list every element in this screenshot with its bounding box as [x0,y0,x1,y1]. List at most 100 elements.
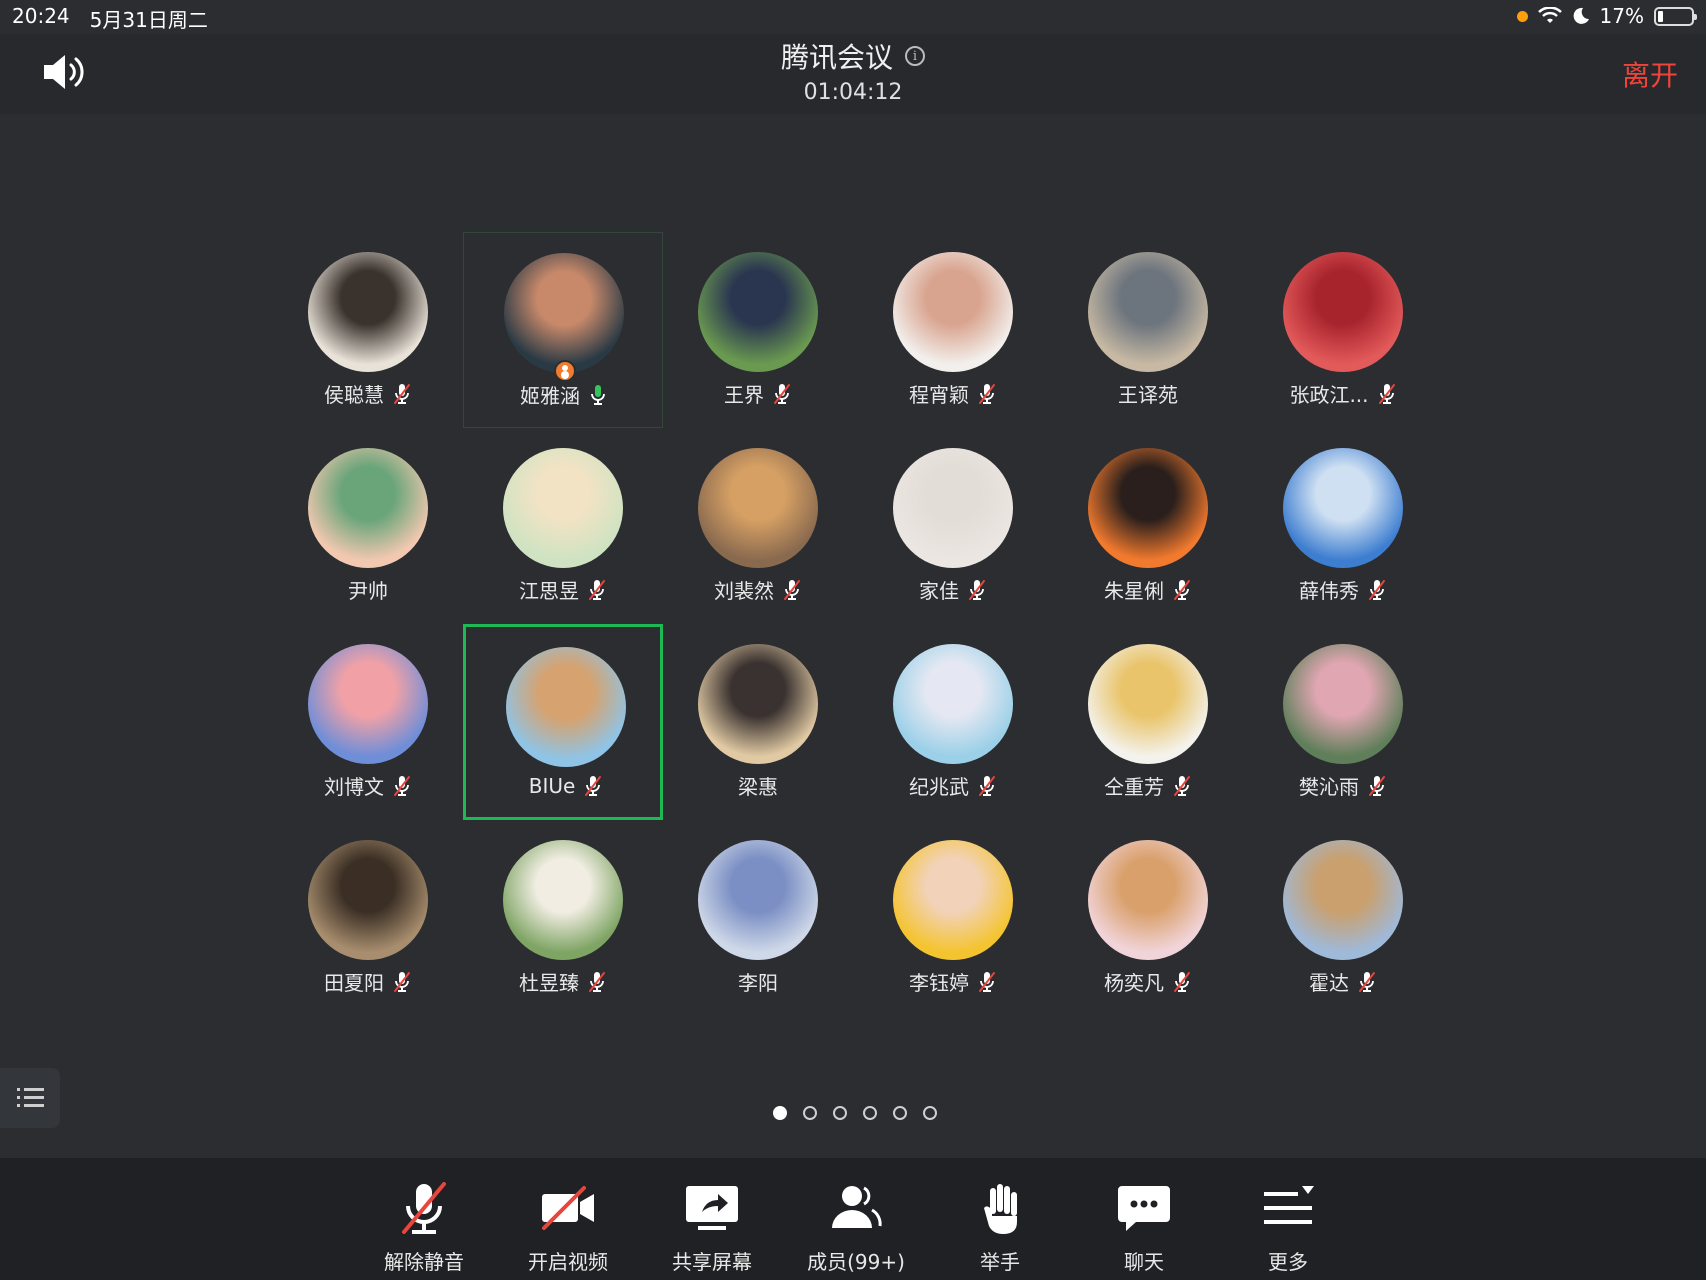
participant-tile[interactable]: 张政江... [1243,232,1443,428]
participant-name-row: 薛伟秀 [1243,575,1443,604]
participant-name: 刘裴然 [714,579,774,603]
participant-tile[interactable]: 程宵颖 [853,232,1053,428]
participant-name: BIUe [528,774,576,798]
page-dot[interactable] [773,1106,787,1120]
participant-tile[interactable]: 梁惠 [658,624,858,820]
participant-name-row: 仝重芳 [1048,771,1248,800]
participant-name-row: 姬雅涵 [464,380,664,409]
avatar [698,840,818,960]
participant-name-row: 家佳 [853,575,1053,604]
chat-button[interactable]: 聊天 [1084,1178,1204,1278]
participant-name-row: 尹帅 [268,575,468,604]
avatar [1088,252,1208,372]
status-date: 5月31日周二 [89,8,208,32]
participant-name-row: 杨奕凡 [1048,967,1248,996]
avatar [1283,644,1403,764]
mic-muted-icon [1369,579,1385,600]
share-screen-button[interactable]: 共享屏幕 [652,1178,772,1278]
participant-name: 李钰婷 [909,971,969,995]
chat-icon [1118,1186,1170,1231]
avatar [503,840,623,960]
participant-name: 樊沁雨 [1299,775,1359,799]
avatar [1283,252,1403,372]
page-dot[interactable] [803,1106,817,1120]
avatar [308,252,428,372]
participant-tile[interactable]: 樊沁雨 [1243,624,1443,820]
participant-tile[interactable]: BIUe [463,624,663,820]
participant-tile[interactable]: 纪兆武 [853,624,1053,820]
chat-label: 聊天 [1124,1250,1164,1274]
participant-tile[interactable]: 田夏阳 [268,820,468,1016]
mic-muted-icon [1174,775,1190,796]
participant-name-row: 李阳 [658,967,858,996]
participant-name: 家佳 [919,579,959,603]
participant-name-row: 侯聪慧 [268,379,468,408]
participant-name-row: 樊沁雨 [1243,771,1443,800]
wifi-icon [1537,7,1562,23]
list-toggle-button[interactable] [0,1068,60,1128]
mic-muted-icon [394,971,410,992]
participant-tile[interactable]: 王界 [658,232,858,428]
hand-icon [984,1184,1017,1234]
participant-name-row: 王界 [658,379,858,408]
participant-name-row: 程宵颖 [853,379,1053,408]
participant-name-row: 刘博文 [268,771,468,800]
mic-muted-icon [784,579,800,600]
start-video-label: 开启视频 [528,1250,608,1274]
more-menu-icon [1264,1186,1314,1224]
participant-name: 侯聪慧 [324,383,384,407]
participant-name: 杨奕凡 [1104,971,1164,995]
avatar [893,840,1013,960]
participant-name-row: 霍达 [1243,967,1443,996]
participant-tile[interactable]: 尹帅 [268,428,468,624]
participant-tile[interactable]: 霍达 [1243,820,1443,1016]
participant-tile[interactable]: 杜昱臻 [463,820,663,1016]
members-button[interactable]: 成员(99+) [796,1178,916,1278]
participant-tile[interactable]: 仝重芳 [1048,624,1248,820]
more-button[interactable]: 更多 [1228,1178,1348,1278]
avatar [1088,448,1208,568]
mic-muted-icon [1359,971,1375,992]
avatar [504,253,624,373]
participant-tile[interactable]: 朱星俐 [1048,428,1248,624]
avatar [308,840,428,960]
start-video-button[interactable]: 开启视频 [508,1178,628,1278]
unmute-button[interactable]: 解除静音 [364,1178,484,1278]
participant-name: 王界 [724,383,764,407]
participant-tile[interactable]: 李钰婷 [853,820,1053,1016]
participant-tile[interactable]: 刘博文 [268,624,468,820]
avatar [1088,840,1208,960]
meeting-title[interactable]: 腾讯会议 i [781,36,925,76]
page-dot[interactable] [923,1106,937,1120]
participant-name: 姬雅涵 [520,384,580,408]
participant-tile[interactable]: 江思昱 [463,428,663,624]
avatar [698,644,818,764]
participant-tile[interactable]: 侯聪慧 [268,232,468,428]
participant-tile[interactable]: 杨奕凡 [1048,820,1248,1016]
page-dot[interactable] [833,1106,847,1120]
mic-muted-icon [1378,383,1395,404]
participant-tile[interactable]: 王译苑 [1048,232,1248,428]
page-dot[interactable] [863,1106,877,1120]
mic-muted-icon [969,579,985,600]
mic-muted-icon [979,971,995,992]
participant-name: 杜昱臻 [519,971,579,995]
raise-hand-button[interactable]: 举手 [940,1178,1060,1278]
mic-muted-icon [979,383,995,404]
leave-button[interactable]: 离开 [1622,54,1678,94]
participant-tile[interactable]: 姬雅涵 [463,232,663,428]
participant-tile[interactable]: 李阳 [658,820,858,1016]
participant-tile[interactable]: 刘裴然 [658,428,858,624]
mic-muted-icon [585,776,602,796]
page-indicator[interactable] [773,1106,937,1120]
participant-name-row: 刘裴然 [658,575,858,604]
page-dot[interactable] [893,1106,907,1120]
list-icon [17,1088,44,1107]
participant-name-row: 田夏阳 [268,967,468,996]
info-icon[interactable]: i [905,46,925,66]
participant-tile[interactable]: 薛伟秀 [1243,428,1443,624]
more-label: 更多 [1268,1250,1308,1274]
participant-tile[interactable]: 家佳 [853,428,1053,624]
participant-name-row: 纪兆武 [853,771,1053,800]
participant-name: 李阳 [738,971,778,995]
